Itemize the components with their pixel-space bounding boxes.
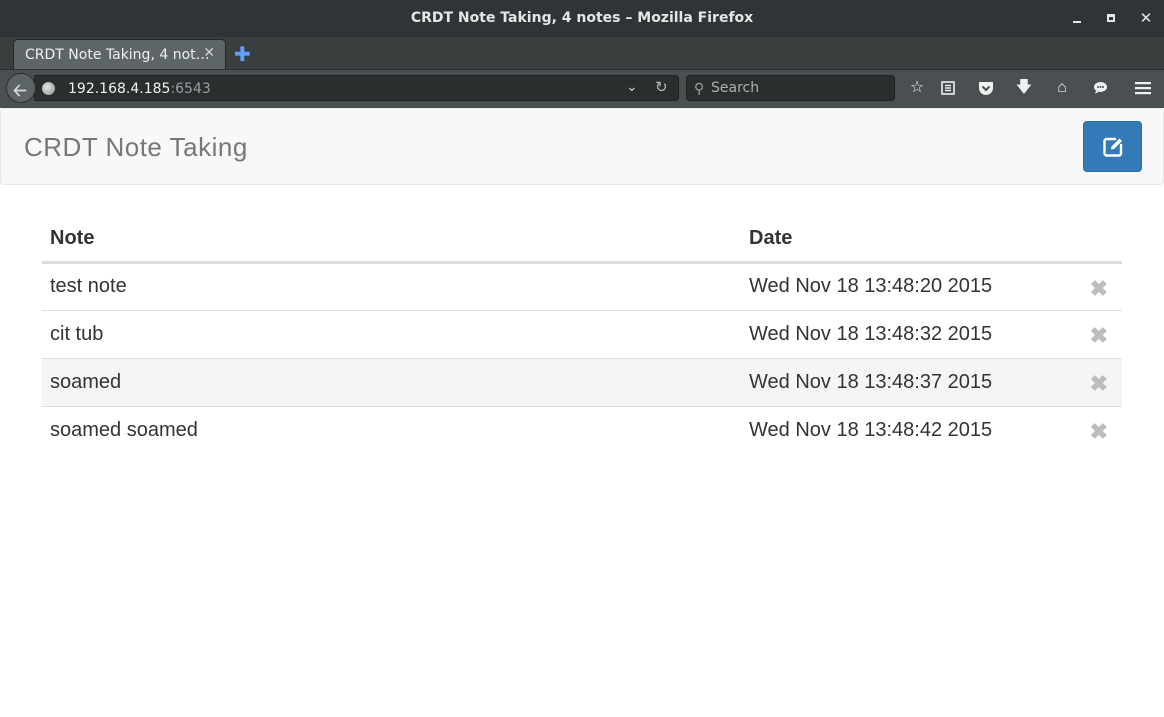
table-header-row: Note Date xyxy=(42,220,1122,264)
tab-label: CRDT Note Taking, 4 not… xyxy=(25,47,210,63)
note-cell: soamed xyxy=(42,357,741,406)
maximize-button[interactable] xyxy=(1101,9,1121,29)
app-brand[interactable]: CRDT Note Taking xyxy=(24,132,248,163)
nav-toolbar: 192.168.4.185:6543 ⌄ ↻ 🡠 ⚲ ☆ 🡇 ⌂ xyxy=(0,69,1164,108)
pocket-icon[interactable] xyxy=(974,76,998,100)
delete-cell: ✖ xyxy=(1061,357,1122,406)
back-button[interactable]: 🡠 xyxy=(6,73,36,103)
url-bar[interactable]: 192.168.4.185:6543 ⌄ ↻ xyxy=(34,75,679,101)
tab-close-icon[interactable]: ✕ xyxy=(203,45,215,61)
url-host: 192.168.4.185 xyxy=(68,81,171,97)
table-row: soamed Wed Nov 18 13:48:37 2015 ✖ xyxy=(42,357,1122,406)
column-header-note: Note xyxy=(42,220,741,264)
maximize-icon xyxy=(1107,14,1115,22)
minimize-button[interactable] xyxy=(1068,9,1088,29)
search-input[interactable] xyxy=(711,79,891,97)
bookmark-star-icon[interactable]: ☆ xyxy=(905,76,929,100)
note-cell: cit tub xyxy=(42,309,741,358)
search-bar[interactable]: ⚲ xyxy=(686,75,895,101)
new-note-button[interactable] xyxy=(1083,121,1142,172)
notes-table: Note Date test note Wed Nov 18 13:48:20 … xyxy=(42,220,1122,454)
table-row: test note Wed Nov 18 13:48:20 2015 ✖ xyxy=(42,261,1122,310)
reading-list-icon[interactable] xyxy=(936,76,960,100)
window-close-button[interactable]: ✕ xyxy=(1136,9,1156,29)
new-tab-button[interactable]: ✚ xyxy=(234,42,251,67)
app-navbar: CRDT Note Taking xyxy=(0,108,1164,185)
date-cell: Wed Nov 18 13:48:20 2015 xyxy=(741,261,1061,310)
minimize-icon xyxy=(1073,21,1081,23)
delete-icon[interactable]: ✖ xyxy=(1090,371,1108,397)
url-port: :6543 xyxy=(170,81,211,97)
note-cell: soamed soamed xyxy=(42,405,741,454)
download-icon[interactable]: 🡇 xyxy=(1012,76,1036,100)
close-icon: ✕ xyxy=(1139,10,1153,27)
plus-icon: ✚ xyxy=(234,44,251,66)
column-header-date: Date xyxy=(741,220,1061,264)
home-icon[interactable]: ⌂ xyxy=(1050,76,1074,100)
menu-icon[interactable] xyxy=(1131,76,1155,100)
delete-cell: ✖ xyxy=(1061,405,1122,454)
tab-crdt-note-taking[interactable]: CRDT Note Taking, 4 not… ✕ xyxy=(13,39,226,69)
date-cell: Wed Nov 18 13:48:42 2015 xyxy=(741,405,1061,454)
search-icon: ⚲ xyxy=(694,80,705,96)
delete-icon[interactable]: ✖ xyxy=(1090,276,1108,302)
delete-cell: ✖ xyxy=(1061,309,1122,358)
site-identity-icon[interactable] xyxy=(42,82,55,95)
chat-icon[interactable] xyxy=(1088,76,1112,100)
url-history-dropdown-icon[interactable]: ⌄ xyxy=(626,78,638,95)
date-cell: Wed Nov 18 13:48:37 2015 xyxy=(741,357,1061,406)
window-title: CRDT Note Taking, 4 notes – Mozilla Fire… xyxy=(410,10,754,26)
page-content: CRDT Note Taking Note Date test note Wed… xyxy=(0,108,1164,717)
url-text: 192.168.4.185:6543 xyxy=(68,81,211,97)
date-cell: Wed Nov 18 13:48:32 2015 xyxy=(741,309,1061,358)
tab-strip: CRDT Note Taking, 4 not… ✕ xyxy=(0,37,1164,69)
delete-cell: ✖ xyxy=(1061,261,1122,310)
delete-icon[interactable]: ✖ xyxy=(1090,419,1108,445)
window-titlebar: CRDT Note Taking, 4 notes – Mozilla Fire… xyxy=(0,0,1164,37)
table-row: cit tub Wed Nov 18 13:48:32 2015 ✖ xyxy=(42,309,1122,358)
reload-icon[interactable]: ↻ xyxy=(655,78,668,96)
table-row: soamed soamed Wed Nov 18 13:48:42 2015 ✖ xyxy=(42,405,1122,454)
back-arrow-icon: 🡠 xyxy=(13,81,27,100)
note-cell: test note xyxy=(42,261,741,310)
delete-icon[interactable]: ✖ xyxy=(1090,323,1108,349)
column-header-actions xyxy=(1061,220,1122,264)
edit-icon xyxy=(1103,137,1123,157)
